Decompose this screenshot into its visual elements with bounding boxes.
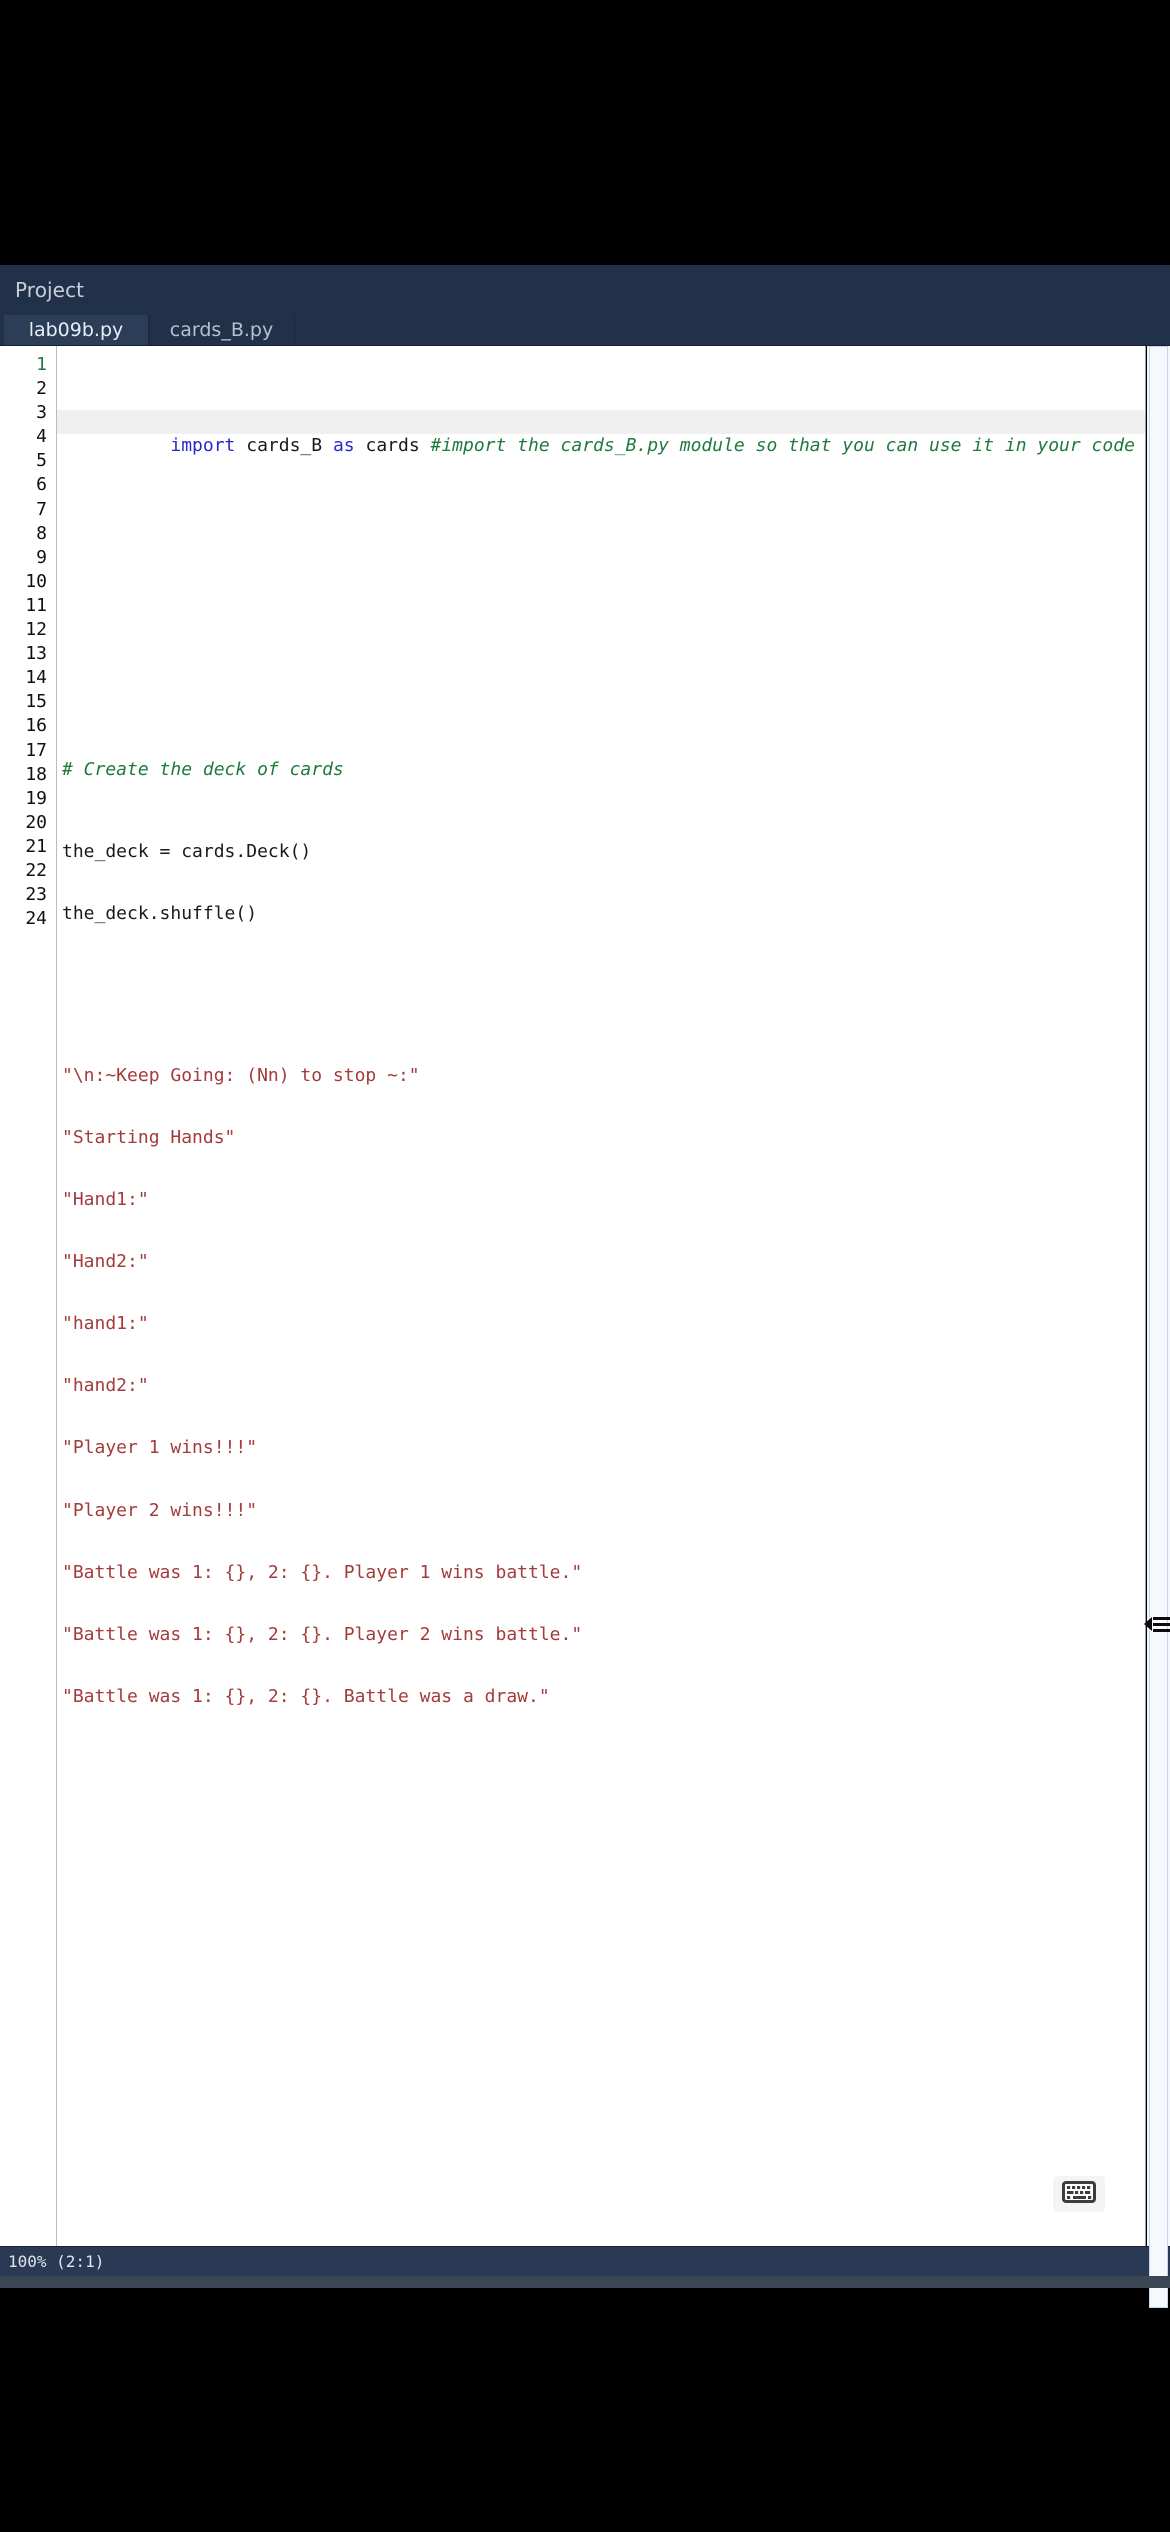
chevron-left-icon <box>1144 1617 1152 1631</box>
code-line[interactable]: "hand1:" <box>57 1312 1145 1336</box>
code-line[interactable]: "Player 1 wins!!!" <box>57 1436 1145 1460</box>
code-line[interactable] <box>57 491 1145 515</box>
status-bar: 100% (2:1) <box>0 2246 1170 2276</box>
line-number: 11 <box>25 594 47 616</box>
code-line[interactable]: "\n:~Keep Going: (Nn) to stop ~:" <box>57 1064 1145 1088</box>
code-text: the_deck = cards.Deck() <box>62 840 312 862</box>
line-number: 14 <box>25 667 47 689</box>
code-line[interactable]: "hand2:" <box>57 1374 1145 1398</box>
line-number-gutter: 1 2 3 4 5 6 7 8 9 10 11 12 13 14 15 16 1… <box>0 346 57 2246</box>
line-number: 17 <box>25 739 47 761</box>
code-text: "Hand1:" <box>62 1189 149 1211</box>
code-line[interactable] <box>57 677 1145 701</box>
tab-cards-b-py[interactable]: cards_B.py <box>149 315 295 345</box>
code-line[interactable]: "Hand2:" <box>57 1250 1145 1274</box>
line-number: 1 <box>36 354 47 375</box>
code-line[interactable] <box>57 983 1145 1007</box>
line-number: 4 <box>36 426 47 448</box>
tab-label: cards_B.py <box>169 319 274 341</box>
code-line[interactable]: "Battle was 1: {}, 2: {}. Player 2 wins … <box>57 1623 1145 1647</box>
code-line[interactable] <box>57 615 1145 639</box>
code-line[interactable]: "Battle was 1: {}, 2: {}. Battle was a d… <box>57 1685 1145 1709</box>
line-number: 23 <box>25 884 47 906</box>
status-zoom-and-cursor: 100% (2:1) <box>8 2252 105 2271</box>
code-text: "Hand2:" <box>62 1251 149 1273</box>
code-token: #import the cards_B.py module so that yo… <box>430 435 1135 457</box>
code-line[interactable]: the_deck.shuffle() <box>57 902 1145 926</box>
line-number: 7 <box>36 498 47 520</box>
editor-inner[interactable]: 1 2 3 4 5 6 7 8 9 10 11 12 13 14 15 16 1… <box>0 346 1146 2246</box>
code-token: cards <box>354 435 431 457</box>
code-token: cards_B <box>235 435 333 457</box>
line-number: 24 <box>25 908 47 930</box>
line-number: 15 <box>25 691 47 713</box>
line-number: 12 <box>25 619 47 641</box>
project-bar: Project <box>0 265 1170 315</box>
code-line[interactable]: # Create the deck of cards <box>57 758 1145 782</box>
code-text: "hand2:" <box>62 1375 149 1397</box>
editor-vertical-scrollbar[interactable] <box>1146 346 1170 2308</box>
line-number: 10 <box>25 570 47 592</box>
line-number: 22 <box>25 859 47 881</box>
code-text: "Starting Hands" <box>62 1126 236 1148</box>
code-line[interactable]: "Player 2 wins!!!" <box>57 1499 1145 1523</box>
code-line[interactable]: "Battle was 1: {}, 2: {}. Player 1 wins … <box>57 1561 1145 1585</box>
line-number: 19 <box>25 787 47 809</box>
line-number: 9 <box>36 546 47 568</box>
project-label: Project <box>15 278 85 302</box>
drawer-pull-tab[interactable] <box>1144 1608 1170 1640</box>
tab-lab09b-py[interactable]: lab09b.py <box>4 315 149 345</box>
code-text-area[interactable]: import cards_B as cards #import the card… <box>57 346 1145 2246</box>
line-number: 18 <box>25 763 47 785</box>
bottom-system-strip <box>0 2276 1170 2288</box>
hamburger-icon <box>1153 1616 1170 1632</box>
code-line[interactable]: the_deck = cards.Deck() <box>57 840 1145 864</box>
code-text: # Create the deck of cards <box>62 759 344 781</box>
code-text: "hand1:" <box>62 1313 149 1335</box>
code-line[interactable]: "Starting Hands" <box>57 1126 1145 1150</box>
code-text: "\n:~Keep Going: (Nn) to stop ~:" <box>62 1064 420 1086</box>
keyboard-toggle-button[interactable] <box>1053 2176 1105 2212</box>
code-line[interactable] <box>57 1828 1145 1852</box>
line-number: 20 <box>25 811 47 833</box>
code-text: the_deck.shuffle() <box>62 902 258 924</box>
code-line[interactable]: import cards_B as cards #import the card… <box>57 410 1145 456</box>
code-text: "Player 2 wins!!!" <box>62 1499 258 1521</box>
line-number: 2 <box>36 378 47 400</box>
code-text: "Battle was 1: {}, 2: {}. Player 1 wins … <box>62 1561 583 1583</box>
code-line[interactable]: "Hand1:" <box>57 1188 1145 1212</box>
line-number: 13 <box>25 643 47 665</box>
app-window: Project lab09b.py cards_B.py 1 2 3 4 5 6… <box>0 265 1170 2308</box>
code-text: "Battle was 1: {}, 2: {}. Battle was a d… <box>62 1685 550 1707</box>
code-line[interactable] <box>57 1766 1145 1790</box>
line-number: 16 <box>25 715 47 737</box>
line-number: 3 <box>36 402 47 424</box>
line-number: 8 <box>36 522 47 544</box>
code-line[interactable] <box>57 553 1145 577</box>
code-token: as <box>332 435 355 457</box>
editor-tab-strip: lab09b.py cards_B.py <box>0 315 1170 345</box>
code-text: "Player 1 wins!!!" <box>62 1437 258 1459</box>
line-number: 6 <box>36 474 47 496</box>
code-line[interactable] <box>57 1890 1145 1914</box>
editor-region: 1 2 3 4 5 6 7 8 9 10 11 12 13 14 15 16 1… <box>0 345 1170 2308</box>
code-token: import <box>170 435 236 457</box>
code-line[interactable] <box>57 1952 1145 1976</box>
line-number: 21 <box>25 835 47 857</box>
line-number: 5 <box>36 450 47 472</box>
scrollbar-thumb[interactable] <box>1149 346 1168 2308</box>
tab-strip-filler <box>295 315 1170 345</box>
keyboard-icon <box>1062 2180 1096 2208</box>
tab-label: lab09b.py <box>28 319 124 341</box>
code-text: "Battle was 1: {}, 2: {}. Player 2 wins … <box>62 1623 583 1645</box>
